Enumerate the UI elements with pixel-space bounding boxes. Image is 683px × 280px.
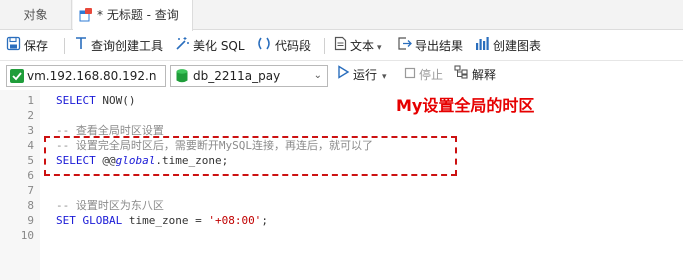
text-document-icon (334, 32, 347, 62)
tab-bar: 对象 * 无标题 - 查询 (0, 0, 683, 31)
code-snippet-button[interactable]: 代码段 (256, 31, 311, 61)
code-snippet-label: 代码段 (275, 39, 312, 53)
database-value: db_2211a_pay (193, 69, 281, 83)
stop-icon (404, 61, 416, 90)
line-number: 4 (27, 139, 34, 152)
connection-icon (10, 69, 24, 83)
main-toolbar: 保存 查询创建工具 美化 SQL 代码段 文本 ▾ 导出结果 创建图表 (0, 31, 683, 61)
code-line: SELECT NOW() (56, 93, 136, 108)
connection-toolbar: vm.192.168.80.192.n db_2211a_pay ⌄ 运行 ▾ 停… (0, 61, 683, 90)
sql-editor[interactable]: 1 2 3 4 5 6 7 8 9 10 SELECT NOW() -- 查看全… (0, 90, 683, 280)
line-gutter: 1 2 3 4 5 6 7 8 9 10 (0, 90, 40, 280)
database-select[interactable]: db_2211a_pay ⌄ (170, 65, 328, 87)
play-icon (337, 61, 350, 90)
query-tab-icon (79, 3, 93, 22)
line-number: 3 (27, 124, 34, 137)
tab-query[interactable]: * 无标题 - 查询 (73, 0, 193, 31)
sql-keyword: SELECT (56, 94, 96, 107)
line-number: 7 (27, 184, 34, 197)
line-number: 6 (27, 169, 34, 182)
connection-select[interactable]: vm.192.168.80.192.n (6, 65, 166, 87)
annotation-text: My设置全局的时区 (396, 96, 535, 115)
sql-text: NOW() (95, 94, 136, 107)
save-label: 保存 (24, 39, 49, 53)
text-label: 文本 (350, 39, 375, 53)
highlight-box (44, 136, 457, 176)
toolbar-divider (324, 38, 325, 54)
connection-value: vm.192.168.80.192.n (27, 69, 157, 83)
tab-query-label: * 无标题 - 查询 (97, 8, 179, 22)
export-results-label: 导出结果 (415, 39, 464, 53)
line-number: 2 (27, 109, 34, 122)
database-icon (175, 68, 189, 86)
parentheses-icon (256, 32, 272, 62)
export-results-button[interactable]: 导出结果 (397, 31, 463, 61)
text-button[interactable]: 文本 ▾ (334, 31, 382, 61)
tab-objects[interactable]: 对象 (0, 0, 72, 30)
magic-wand-icon (174, 32, 190, 62)
query-builder-icon (74, 32, 88, 62)
line-number: 10 (20, 229, 34, 242)
chevron-down-icon: ⌄ (313, 70, 322, 81)
bar-chart-icon (475, 32, 490, 62)
sql-keyword: SET GLOBAL (56, 214, 123, 227)
export-icon (397, 32, 412, 62)
toolbar-divider (64, 38, 65, 54)
line-number: 8 (27, 199, 34, 212)
chevron-down-icon: ▾ (382, 72, 387, 82)
run-button[interactable]: 运行 ▾ (337, 61, 387, 90)
line-number: 5 (27, 154, 34, 167)
query-builder-button[interactable]: 查询创建工具 (74, 31, 163, 61)
beautify-sql-label: 美化 SQL (193, 39, 245, 53)
stop-button[interactable]: 停止 (404, 61, 443, 90)
query-builder-label: 查询创建工具 (91, 39, 164, 53)
sql-string: '+08:00' (208, 214, 262, 227)
run-label: 运行 (353, 68, 378, 82)
save-icon (6, 32, 21, 62)
create-chart-button[interactable]: 创建图表 (475, 31, 541, 61)
chevron-down-icon: ▾ (377, 43, 382, 53)
sql-text: ; (261, 214, 268, 227)
explain-button[interactable]: 解释 (454, 61, 496, 90)
stop-label: 停止 (419, 68, 444, 82)
code-comment: -- 设置时区为东八区 (56, 199, 164, 212)
line-number: 9 (27, 214, 34, 227)
code-line: SET GLOBAL time_zone = '+08:00'; (56, 213, 268, 228)
beautify-sql-button[interactable]: 美化 SQL (174, 31, 245, 61)
explain-label: 解释 (472, 68, 497, 82)
sql-text: time_zone = (122, 214, 209, 227)
save-button[interactable]: 保存 (6, 31, 48, 61)
create-chart-label: 创建图表 (493, 39, 542, 53)
line-number: 1 (27, 94, 34, 107)
explain-icon (454, 61, 469, 90)
